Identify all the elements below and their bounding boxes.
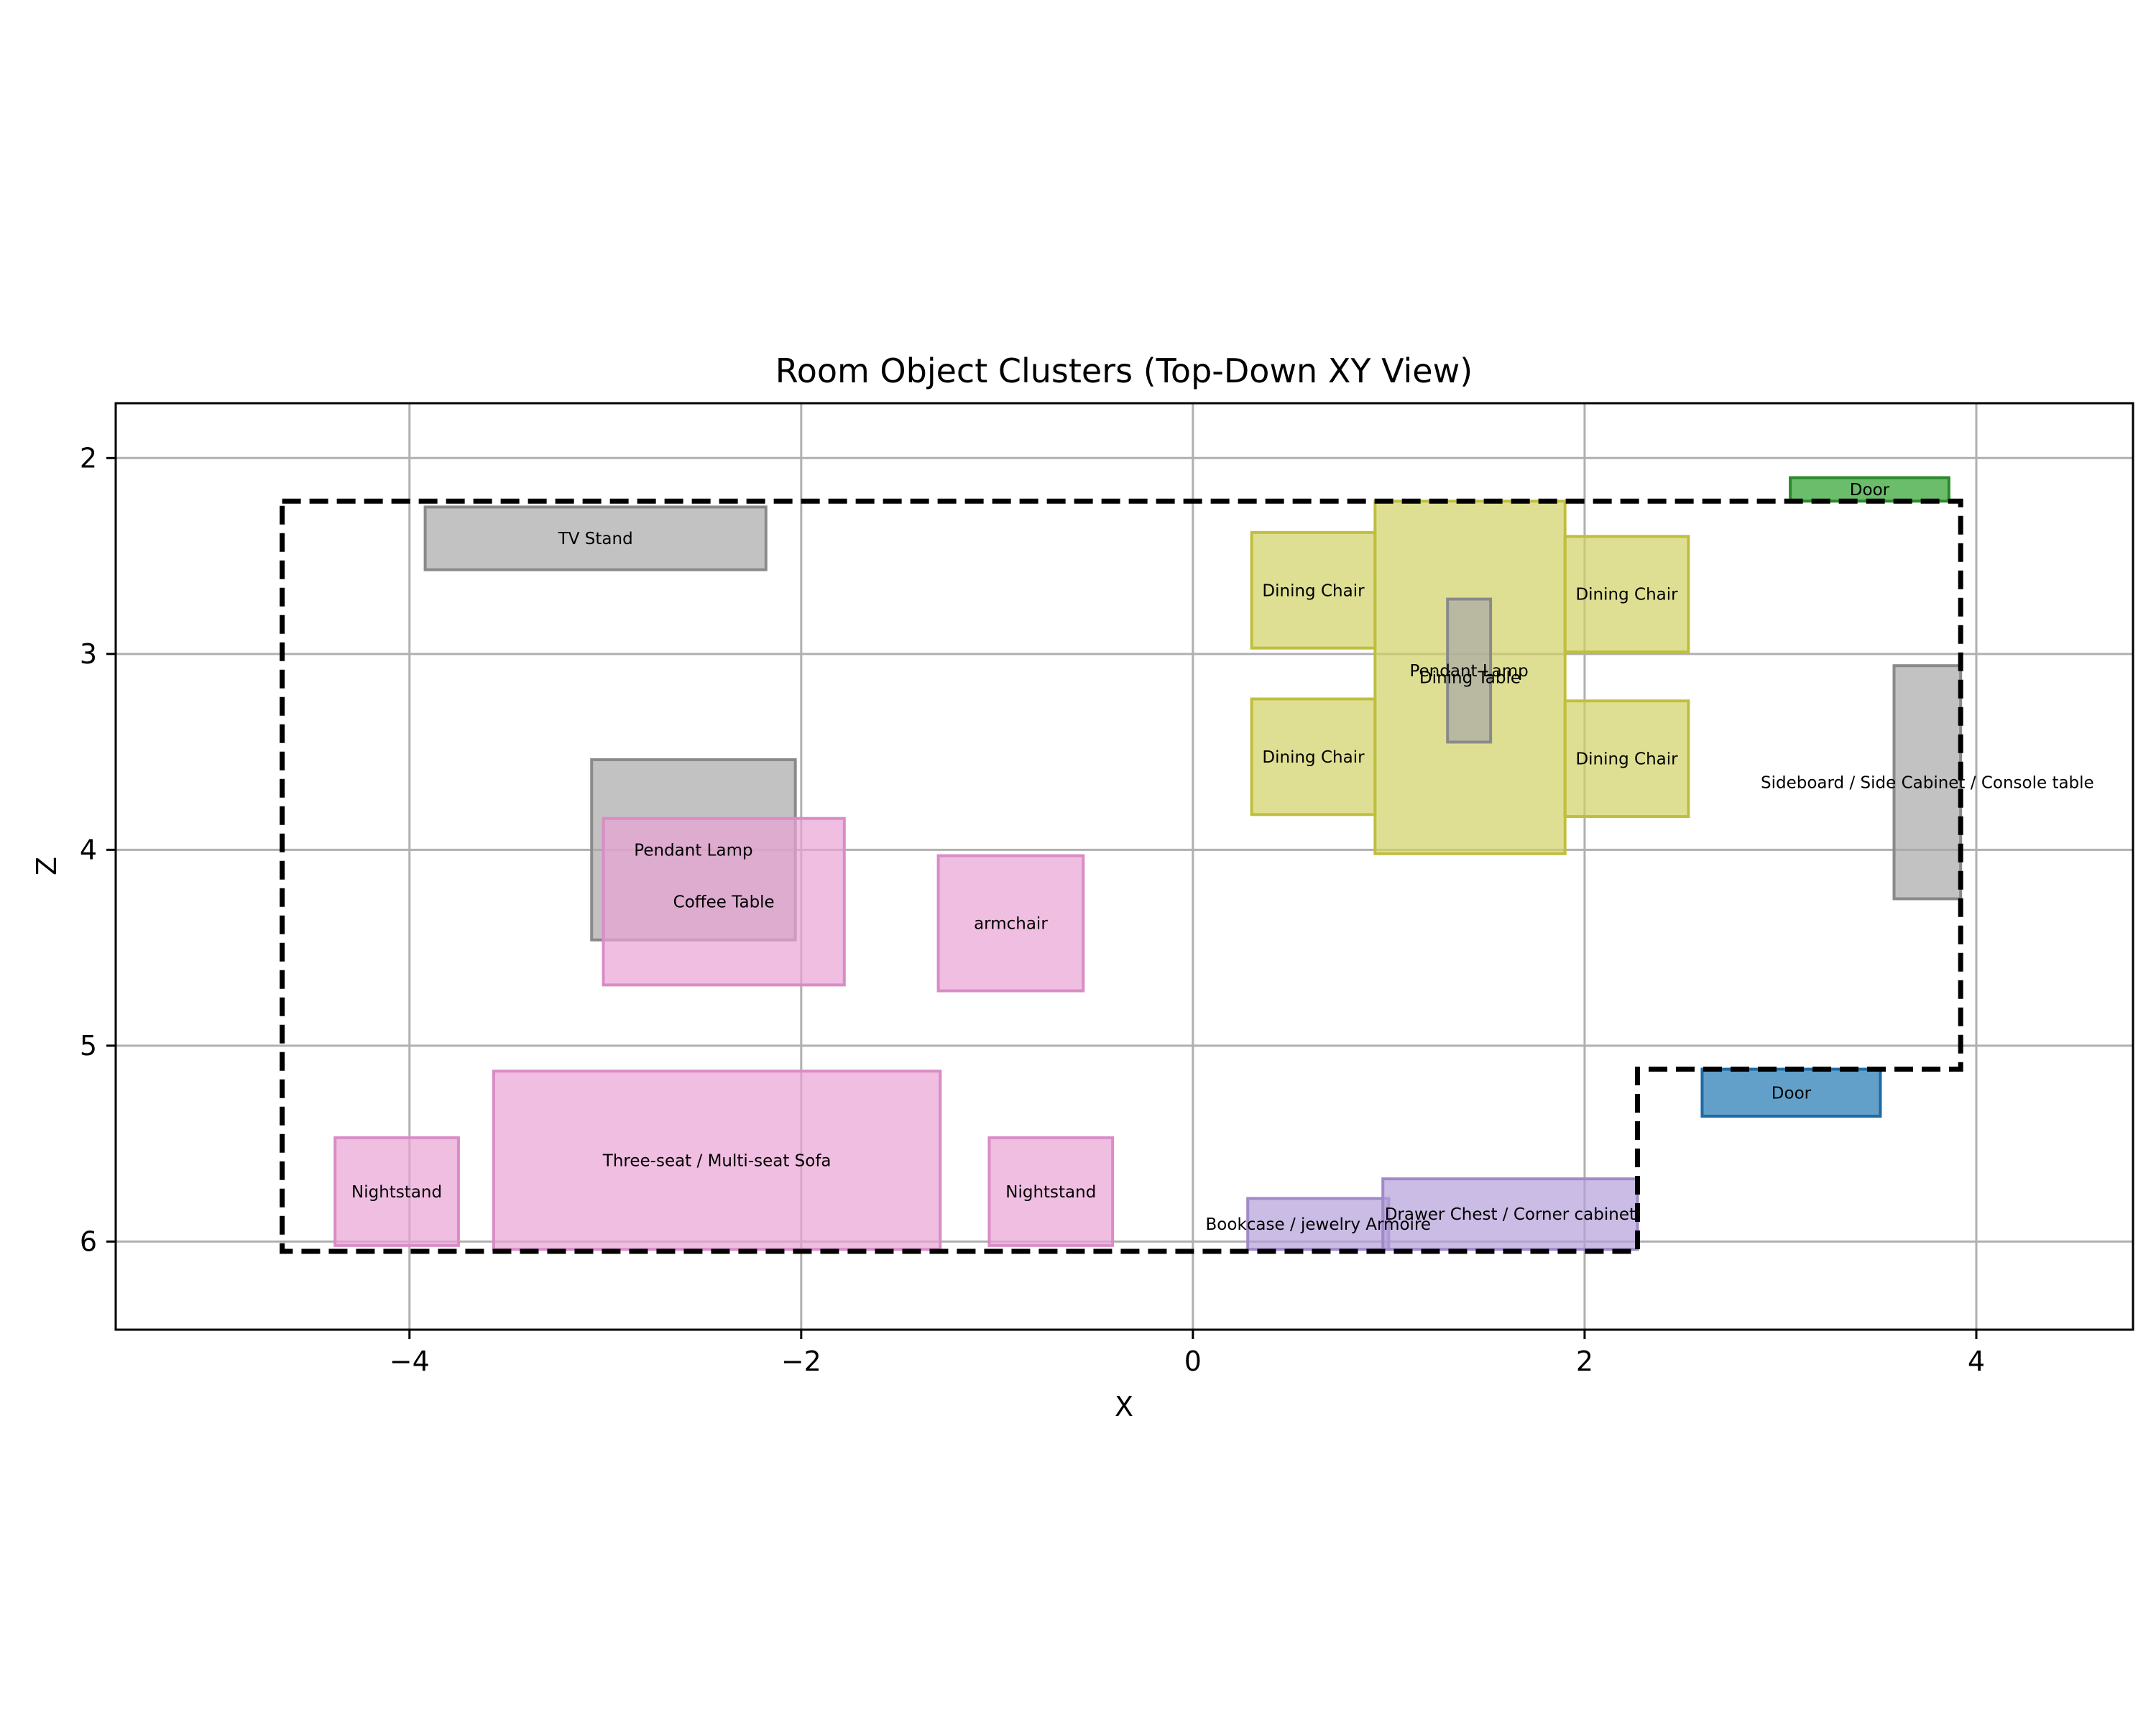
x-tick-label: 4 [1968,1346,1985,1377]
y-tick-label: 2 [80,442,97,474]
object-label-pendant-lamp: Pendant Lamp [634,841,752,860]
x-axis-label: X [1115,1391,1133,1422]
object-label-dining-chair: Dining Chair [1262,748,1365,767]
object-label-sideboard-side-cabinet-console-table: Sideboard / Side Cabinet / Console table [1761,773,2094,792]
y-tick-label: 4 [80,834,97,865]
object-label-dining-chair: Dining Chair [1575,586,1678,604]
object-label-door: Door [1772,1084,1812,1103]
object-label-armchair: armchair [974,915,1048,934]
object-label-dining-chair: Dining Chair [1262,581,1365,600]
object-label-drawer-chest-corner-cabinet: Drawer Chest / Corner cabinet [1385,1205,1636,1224]
object-label-three-seat-multi-seat-sofa: Three-seat / Multi-seat Sofa [602,1151,831,1170]
y-axis-label: Z [31,857,63,875]
y-tick-label: 5 [80,1030,97,1062]
x-tick-label: 2 [1576,1346,1593,1377]
y-tick-label: 3 [80,638,97,670]
object-label-pendant-lamp: Pendant Lamp [1409,662,1528,681]
floor-plan-chart: Room Object Clusters (Top-Down XY View) … [0,0,2156,1725]
object-label-nightstand: Nightstand [351,1183,442,1202]
y-tick-label: 6 [80,1225,97,1257]
chart-title: Room Object Clusters (Top-Down XY View) [775,351,1473,390]
object-label-coffee-table: Coffee Table [673,893,775,912]
x-tick-label: −4 [390,1346,430,1377]
x-tick-label: −2 [781,1346,821,1377]
object-label-door: Door [1850,481,1890,500]
object-label-tv-stand: TV Stand [558,530,633,548]
object-label-dining-chair: Dining Chair [1575,750,1678,769]
x-tick-label: 0 [1184,1346,1202,1377]
object-label-nightstand: Nightstand [1005,1183,1096,1202]
